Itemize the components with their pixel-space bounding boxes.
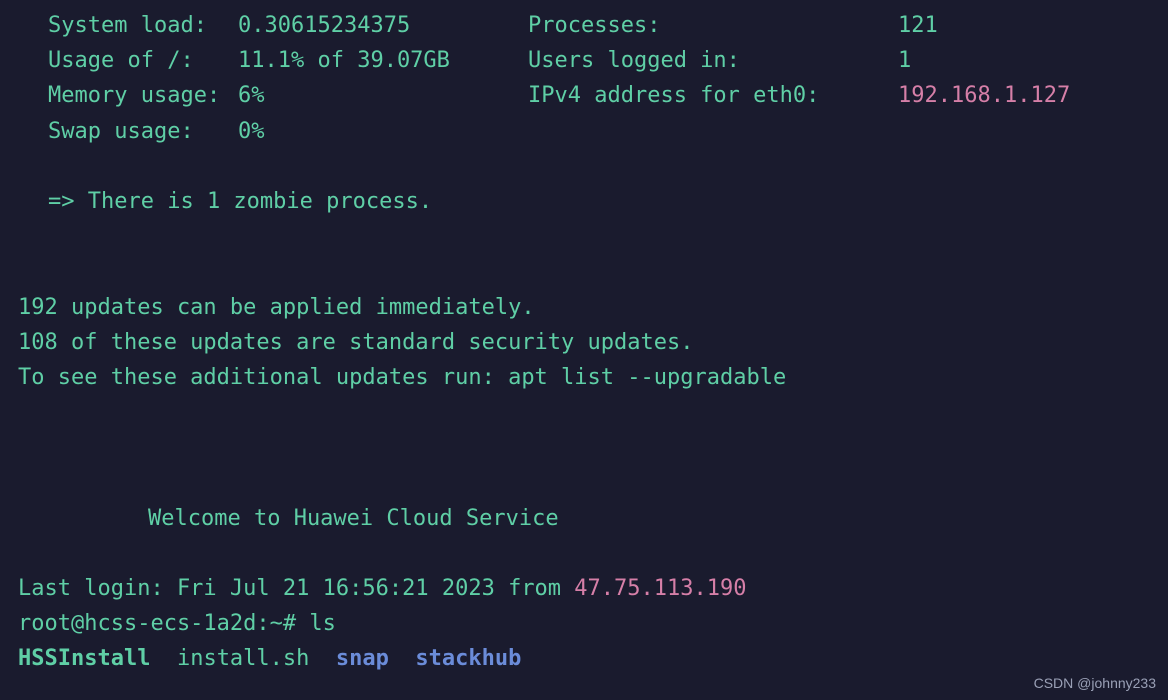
watermark: CSDN @johnny233 xyxy=(1034,672,1156,694)
mem-value: 6% xyxy=(238,78,528,113)
dir-snap: snap xyxy=(336,646,389,671)
disk-value: 11.1% of 39.07GB xyxy=(238,43,528,78)
swap-label: Swap usage: xyxy=(48,114,238,149)
last-login-prefix: Last login: Fri Jul 21 16:56:21 2023 fro… xyxy=(18,576,574,601)
users-label: Users logged in: xyxy=(528,43,898,78)
updates-line-2: 108 of these updates are standard securi… xyxy=(18,325,1150,360)
processes-label: Processes: xyxy=(528,8,898,43)
sys-load-label: System load: xyxy=(48,8,238,43)
shell-prompt: root@hcss-ecs-1a2d:~# xyxy=(18,611,309,636)
mem-label: Memory usage: xyxy=(48,78,238,113)
last-login-ip: 47.75.113.190 xyxy=(574,576,746,601)
system-info-table: System load: 0.30615234375 Processes: 12… xyxy=(18,8,1150,149)
ip-label: IPv4 address for eth0: xyxy=(528,78,898,113)
file-install-sh: install.sh xyxy=(177,646,309,671)
ls-output: HSSInstall install.sh snap stackhub xyxy=(18,641,1150,676)
zombie-warning: => There is 1 zombie process. xyxy=(18,184,1150,219)
sys-load-value: 0.30615234375 xyxy=(238,8,528,43)
command-ls: ls xyxy=(309,611,336,636)
disk-label: Usage of /: xyxy=(48,43,238,78)
welcome-banner: Welcome to Huawei Cloud Service xyxy=(18,501,1150,536)
updates-line-1: 192 updates can be applied immediately. xyxy=(18,290,1150,325)
prompt-line-1[interactable]: root@hcss-ecs-1a2d:~# ls xyxy=(18,606,1150,641)
processes-value: 121 xyxy=(898,8,1150,43)
dir-stackhub: stackhub xyxy=(415,646,521,671)
users-value: 1 xyxy=(898,43,1150,78)
ip-value: 192.168.1.127 xyxy=(898,78,1150,113)
file-hssinstall: HSSInstall xyxy=(18,646,150,671)
updates-line-3: To see these additional updates run: apt… xyxy=(18,360,1150,395)
swap-value: 0% xyxy=(238,114,528,149)
last-login-line: Last login: Fri Jul 21 16:56:21 2023 fro… xyxy=(18,571,1150,606)
